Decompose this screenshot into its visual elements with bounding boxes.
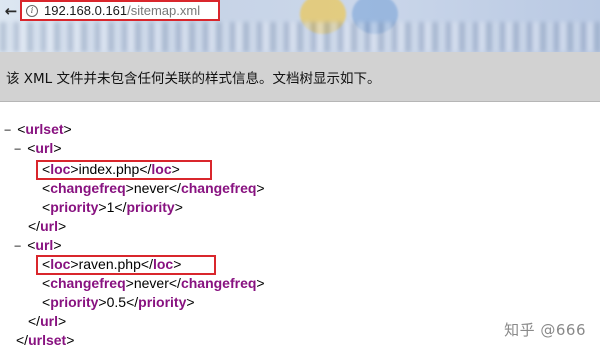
xml-url-close: </url> <box>28 313 67 329</box>
changefreq-value: never <box>133 275 169 291</box>
xml-tag: priority <box>126 199 175 215</box>
xml-tag: priority <box>50 199 99 215</box>
priority-value: 0.5 <box>106 294 127 310</box>
url-text[interactable]: 192.168.0.161/sitemap.xml <box>44 3 200 18</box>
info-icon[interactable]: i <box>26 4 38 17</box>
xml-tag: changefreq <box>50 180 126 196</box>
xml-tag: url <box>40 218 58 234</box>
blurred-bookmarks-bar <box>0 22 600 52</box>
xml-info-banner: 该 XML 文件并未包含任何关联的样式信息。文档树显示如下。 <box>0 52 600 102</box>
loc-value: index.php <box>78 161 140 177</box>
xml-url-open[interactable]: − <url> <box>14 236 62 255</box>
xml-tag: changefreq <box>50 275 126 291</box>
xml-tag: loc <box>50 161 71 177</box>
xml-url-close: </url> <box>28 218 67 234</box>
xml-tag: loc <box>151 161 172 177</box>
watermark: 知乎 @666 <box>504 321 586 339</box>
xml-tag: loc <box>50 256 71 272</box>
xml-changefreq-line: <changefreq>never</changefreq> <box>42 180 265 196</box>
xml-tag: url <box>35 237 54 253</box>
xml-loc-line: <loc>raven.php</loc> <box>42 256 182 272</box>
xml-priority-line: <priority>1</priority> <box>42 199 183 215</box>
xml-tag: urlset <box>28 332 67 348</box>
xml-tag: changefreq <box>180 275 257 291</box>
address-bar[interactable]: i 192.168.0.161/sitemap.xml <box>20 0 220 21</box>
xml-tag: priority <box>138 294 187 310</box>
xml-url-open[interactable]: − <url> <box>14 139 62 158</box>
xml-urlset-open[interactable]: − <urlset> <box>4 120 72 139</box>
loc-value: raven.php <box>78 256 141 272</box>
collapse-toggle[interactable]: − <box>14 142 21 156</box>
xml-tag: changefreq <box>180 180 257 196</box>
back-arrow-icon[interactable]: ← <box>2 2 20 20</box>
xml-tag: url <box>35 140 54 156</box>
url-host: 192.168.0.161 <box>44 3 128 18</box>
xml-urlset-close: </urlset> <box>16 332 75 348</box>
collapse-toggle[interactable]: − <box>4 123 11 137</box>
changefreq-value: never <box>133 180 169 196</box>
url-path: /sitemap.xml <box>127 3 201 18</box>
xml-tag: urlset <box>25 121 64 137</box>
xml-changefreq-line: <changefreq>never</changefreq> <box>42 275 265 291</box>
xml-tag: loc <box>152 256 174 272</box>
xml-priority-line: <priority>0.5</priority> <box>42 294 195 310</box>
collapse-toggle[interactable]: − <box>14 239 21 253</box>
xml-tag: priority <box>50 294 99 310</box>
xml-tag: url <box>40 313 58 329</box>
xml-info-text: 该 XML 文件并未包含任何关联的样式信息。文档树显示如下。 <box>6 70 381 87</box>
xml-loc-line: <loc>index.php</loc> <box>42 161 180 177</box>
browser-chrome: ← i 192.168.0.161/sitemap.xml <box>0 0 600 52</box>
